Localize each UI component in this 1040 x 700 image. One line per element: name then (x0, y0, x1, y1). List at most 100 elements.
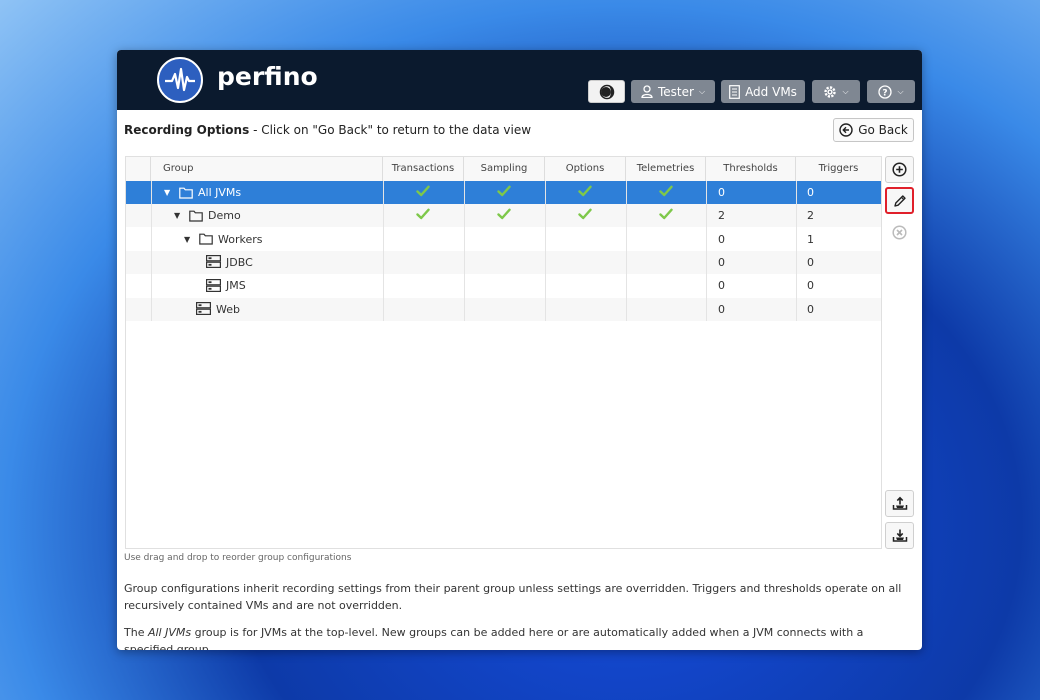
checkmark-icon (659, 185, 673, 197)
app-name: perfino (217, 62, 318, 91)
column-divider (545, 181, 546, 321)
group-name-cell[interactable]: ▼ Workers (184, 228, 262, 251)
col-thresholds[interactable]: Thresholds (706, 157, 796, 181)
transactions-check-cell (416, 181, 432, 204)
column-divider (796, 181, 797, 321)
export-icon (892, 496, 907, 510)
group-name-cell[interactable]: ▼ All JVMs (164, 181, 241, 204)
thresholds-cell: 0 (718, 279, 725, 293)
add-icon (892, 162, 907, 177)
checkmark-icon (416, 208, 430, 220)
table-row[interactable]: JDBC 0 0 (126, 250, 881, 274)
triggers-cell: 0 (807, 186, 814, 199)
expand-caret-icon[interactable]: ▼ (174, 211, 184, 220)
table-row[interactable]: ▼ Demo 2 2 (126, 204, 881, 228)
table-row[interactable]: ▼ All JVMs 0 0 (126, 181, 881, 204)
theme-toggle-button[interactable] (588, 80, 625, 103)
top-bar: perfino Tester ⌵ Add VMs ⌵ ? ⌵ (117, 50, 922, 110)
group-name: Workers (218, 232, 263, 246)
checkmark-icon (659, 208, 673, 220)
column-divider (706, 181, 707, 321)
column-divider (464, 181, 465, 321)
go-back-label: Go Back (858, 123, 908, 137)
triggers-cell: 0 (807, 279, 814, 293)
svg-text:?: ? (883, 88, 888, 98)
col-transactions[interactable]: Transactions (383, 157, 464, 181)
triggers-cell: 2 (807, 209, 814, 223)
info-paragraph-2: The All JVMs group is for JVMs at the to… (124, 624, 914, 650)
options-check-cell (578, 204, 594, 227)
folder-icon (179, 187, 193, 199)
add-vms-icon (729, 84, 740, 99)
contrast-icon (599, 84, 614, 99)
user-menu-button[interactable]: Tester ⌵ (631, 80, 715, 103)
group-name: Web (216, 302, 240, 316)
sampling-check-cell (497, 204, 513, 227)
remove-group-button[interactable] (885, 219, 914, 246)
settings-menu-button[interactable]: ⌵ (812, 80, 860, 103)
thresholds-cell: 0 (718, 186, 725, 199)
chevron-down-icon: ⌵ (698, 86, 706, 96)
options-check-cell (578, 181, 594, 204)
folder-icon (199, 233, 213, 245)
help-menu-button[interactable]: ? ⌵ (867, 80, 915, 103)
page-title-bold: Recording Options (124, 123, 250, 137)
group-name: JMS (226, 279, 246, 293)
edit-icon (893, 194, 906, 207)
chevron-down-icon: ⌵ (897, 86, 904, 96)
col-telemetries[interactable]: Telemetries (626, 157, 706, 181)
user-label: Tester (657, 84, 694, 99)
triggers-cell: 0 (807, 302, 814, 316)
column-divider (151, 181, 152, 321)
drag-drop-hint: Use drag and drop to reorder group confi… (124, 553, 352, 563)
gear-icon (824, 85, 837, 98)
add-vms-label: Add VMs (745, 84, 797, 99)
server-icon (196, 302, 211, 315)
expand-caret-icon[interactable]: ▼ (164, 188, 174, 197)
group-name-cell[interactable]: Web (196, 298, 240, 321)
thresholds-cell: 2 (718, 209, 725, 223)
expand-caret-icon[interactable]: ▼ (184, 235, 194, 244)
column-divider (626, 181, 627, 321)
checkmark-icon (578, 185, 592, 197)
table-header: Group Transactions Sampling Options Tele… (126, 157, 881, 182)
table-row[interactable]: ▼ Workers 0 1 (126, 228, 881, 251)
group-name: All JVMs (198, 186, 242, 199)
drag-column-header (126, 157, 151, 181)
column-divider (383, 181, 384, 321)
import-button[interactable] (885, 522, 914, 549)
go-back-button[interactable]: Go Back (833, 118, 914, 142)
checkmark-icon (416, 185, 430, 197)
info-p2-em: All JVMs (147, 626, 192, 639)
info-p2-pre: The (124, 626, 148, 639)
server-icon (206, 255, 221, 269)
chevron-down-icon: ⌵ (842, 86, 849, 96)
group-name-cell[interactable]: JMS (206, 274, 246, 297)
add-vms-button[interactable]: Add VMs (721, 80, 805, 103)
col-options[interactable]: Options (545, 157, 626, 181)
group-name: Demo (208, 209, 241, 223)
perfino-logo-icon (157, 57, 203, 103)
edit-group-button[interactable] (885, 187, 914, 214)
checkmark-icon (497, 208, 511, 220)
group-name-cell[interactable]: ▼ Demo (174, 204, 241, 227)
export-button[interactable] (885, 490, 914, 517)
remove-icon (892, 225, 907, 240)
folder-icon (189, 210, 203, 222)
info-p2-post: group is for JVMs at the top-level. New … (124, 626, 864, 650)
col-triggers[interactable]: Triggers (796, 157, 881, 181)
col-sampling[interactable]: Sampling (464, 157, 545, 181)
group-name: JDBC (226, 255, 253, 269)
triggers-cell: 1 (807, 232, 814, 246)
server-icon (206, 278, 221, 292)
page-title: Recording Options - Click on "Go Back" t… (124, 123, 531, 137)
col-group[interactable]: Group (151, 157, 383, 181)
add-group-button[interactable] (885, 156, 914, 183)
group-config-table: Group Transactions Sampling Options Tele… (125, 156, 882, 549)
arrow-left-circle-icon (839, 123, 853, 137)
table-row[interactable]: Web 0 0 (126, 297, 881, 321)
table-row[interactable]: JMS 0 0 (126, 274, 881, 297)
group-name-cell[interactable]: JDBC (206, 251, 253, 274)
user-icon (641, 85, 653, 98)
triggers-cell: 0 (807, 255, 814, 269)
